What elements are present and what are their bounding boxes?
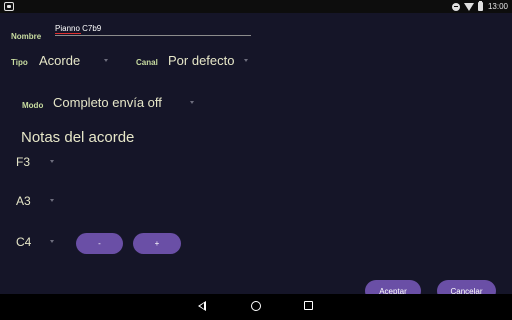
mode-dropdown[interactable]: Completo envía off (51, 94, 197, 112)
do-not-disturb-icon (451, 2, 460, 11)
chevron-down-icon (190, 101, 194, 104)
chevron-down-icon (244, 59, 248, 62)
type-label: Tipo (11, 58, 28, 67)
app-notification-icon (4, 2, 14, 11)
note-dropdown-2[interactable]: A3 (14, 193, 58, 211)
spellcheck-underline (55, 33, 81, 34)
chevron-down-icon (50, 240, 54, 243)
home-icon[interactable] (251, 301, 261, 311)
add-note-button[interactable]: + (133, 233, 181, 254)
chord-notes-title: Notas del acorde (21, 129, 135, 146)
channel-dropdown[interactable]: Por defecto (166, 52, 252, 70)
note-value: C4 (16, 235, 32, 249)
mode-dropdown-value: Completo envía off (53, 95, 162, 110)
recents-icon[interactable] (304, 301, 313, 310)
type-dropdown-value: Acorde (39, 53, 81, 68)
chevron-down-icon (50, 199, 54, 202)
channel-label: Canal (136, 58, 158, 67)
note-value: A3 (16, 194, 31, 208)
mode-label: Modo (22, 101, 44, 110)
type-dropdown[interactable]: Acorde (36, 52, 114, 70)
back-icon[interactable] (198, 301, 206, 311)
note-value: F3 (16, 155, 31, 169)
name-label: Nombre (11, 32, 42, 41)
chevron-down-icon (104, 59, 108, 62)
status-bar: 13:00 (0, 0, 512, 13)
note-dropdown-1[interactable]: F3 (14, 154, 58, 172)
status-indicators: 13:00 (451, 1, 508, 12)
wifi-icon (463, 2, 474, 11)
battery-icon (477, 1, 483, 11)
note-dropdown-3[interactable]: C4 (14, 234, 58, 252)
remove-note-button[interactable]: - (76, 233, 123, 254)
channel-dropdown-value: Por defecto (168, 53, 235, 68)
status-time: 13:00 (487, 2, 508, 11)
name-field-value[interactable]: Pianno C7b9 (55, 24, 101, 33)
navigation-bar (0, 294, 512, 320)
chevron-down-icon (50, 160, 54, 163)
